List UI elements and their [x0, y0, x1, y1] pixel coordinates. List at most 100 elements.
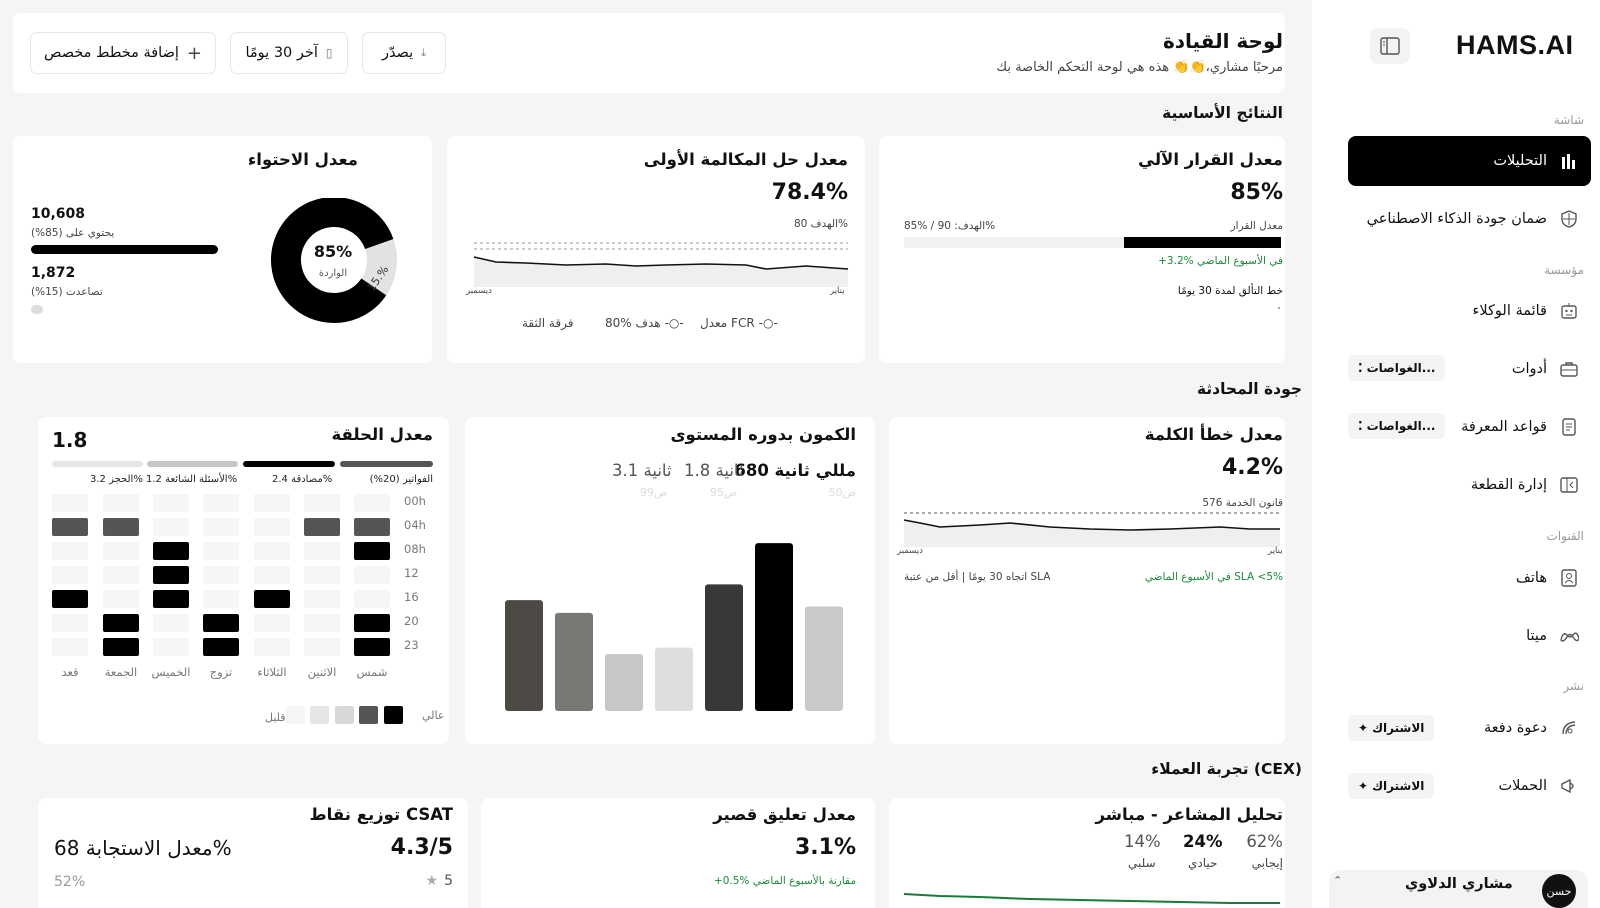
- document-icon: [1559, 417, 1579, 437]
- donut-center-label: الواردة: [318, 268, 348, 279]
- sidebar-item-label: دعوة دفعة: [1484, 720, 1547, 736]
- heatmap-cell: [153, 518, 189, 536]
- category-bar-auth: [243, 461, 335, 467]
- pill-label: الغواصات...: [1366, 361, 1436, 375]
- star-label: 5: [444, 873, 453, 889]
- metric-value: 4.2%: [1221, 455, 1283, 480]
- latency-bar: [805, 606, 843, 711]
- metric-value: 1.8: [52, 428, 88, 452]
- legend-swatch: [384, 706, 403, 724]
- heatmap-day-label: الخميس: [151, 665, 191, 679]
- export-button[interactable]: يصدّر ⤓: [362, 32, 446, 74]
- sidebar-item-analytics[interactable]: التحليلات: [1348, 136, 1591, 186]
- heatmap-cell: [103, 518, 139, 536]
- legend-high-label: عالي: [422, 709, 445, 722]
- x-axis-end: يناير: [1268, 546, 1283, 556]
- heatmap-cell: [304, 638, 340, 656]
- metric-value: 78.4%: [771, 180, 848, 205]
- card-title: معدل الحلقة: [331, 425, 433, 444]
- heatmap-hour-label: 16: [404, 590, 419, 604]
- category-label: مصادقة 2.4%: [272, 474, 333, 485]
- page-title: لوحة القيادة: [1162, 29, 1283, 53]
- heatmap-hour-label: 08h: [404, 542, 426, 556]
- confidence-band: [474, 257, 848, 287]
- contained-value: 10,608: [31, 206, 86, 222]
- heatmap-cell: [103, 638, 139, 656]
- heatmap-cell: [354, 566, 390, 584]
- campaigns-subscribe-pill[interactable]: ✦ الاشتراك: [1348, 773, 1435, 799]
- p50-label: ص50: [828, 486, 856, 499]
- plus-icon: +: [186, 42, 203, 64]
- sidebar-item-meta[interactable]: ميتا: [1348, 611, 1591, 661]
- heatmap-cell: [153, 638, 189, 656]
- category-label: الفواتير (20%): [369, 474, 433, 485]
- add-custom-chart-button[interactable]: إضافة مخطط مخصص +: [30, 32, 216, 74]
- heatmap-cell: [203, 638, 239, 656]
- heatmap-cell: [52, 494, 88, 512]
- sentiment-positive-label: إيجابي: [1251, 856, 1283, 870]
- sidebar-item-phone[interactable]: هاتف: [1348, 553, 1591, 603]
- shield-icon: [1559, 209, 1579, 229]
- heatmap-cell: [304, 566, 340, 584]
- response-rate: معدل الاستجابة 68%: [54, 836, 232, 860]
- heatmap-cell: [52, 614, 88, 632]
- legend-marker-icon: -○-: [758, 316, 778, 330]
- latency-bar: [505, 600, 543, 711]
- heatmap-day-label: الجمعة: [104, 665, 138, 679]
- heatmap-cell: [354, 542, 390, 560]
- push-subscribe-pill[interactable]: ✦ الاشتراك: [1348, 715, 1435, 741]
- p99-label: ص99: [640, 486, 668, 499]
- sidebar-item-agents[interactable]: قائمة الوكلاء: [1348, 286, 1591, 336]
- heatmap-cell: [304, 590, 340, 608]
- card-title: معدل حل المكالمة الأولى: [643, 150, 848, 169]
- section-title-quality: جودة المحادثة: [1196, 380, 1302, 398]
- bar-chart-icon: [1559, 151, 1579, 171]
- sidebar-section-screen: شاشة: [1553, 113, 1584, 127]
- change-indicator: +0.5% مقارنة بالأسبوع الماضي: [713, 875, 856, 887]
- chevron-updown-icon: ⌃: [1333, 874, 1343, 887]
- split-panel-icon: [1559, 475, 1579, 495]
- sparkline-caption: خط التألق لمدة 30 يومًا: [1177, 285, 1283, 297]
- sidebar-item-chunk[interactable]: إدارة القطعة: [1348, 460, 1591, 510]
- megaphone-icon: [1559, 776, 1579, 796]
- button-label: إضافة مخطط مخصص: [43, 45, 179, 61]
- category-bar-booking: [52, 461, 143, 467]
- export-icon: ⤓: [421, 46, 427, 59]
- latency-bar: [705, 584, 743, 711]
- date-range-button[interactable]: آخر 30 يومًا ▯: [230, 32, 348, 74]
- user-card[interactable]: ⌃ مشاري الدلاوي حسن: [1329, 870, 1588, 908]
- heatmap-cell: [153, 566, 189, 584]
- star-icon: ★: [425, 873, 439, 889]
- tools-submenu-pill[interactable]: ⁚ الغواصات...: [1348, 355, 1446, 381]
- latency-bar: [605, 654, 643, 711]
- sparkle-icon: ✦: [1358, 721, 1369, 735]
- knowledge-submenu-pill[interactable]: ⁚ الغواصات...: [1348, 413, 1446, 439]
- metric-value: 3.1%: [794, 835, 856, 860]
- bar-label: معدل القرار: [1230, 220, 1283, 232]
- legend-swatch: [310, 706, 329, 724]
- heatmap-cell: [203, 494, 239, 512]
- latency-bar-chart: [505, 543, 843, 711]
- target-label: الهدف 80%: [793, 218, 848, 230]
- sidebar-item-ai-qa[interactable]: ضمان جودة الذكاء الاصطناعي: [1348, 194, 1591, 244]
- broadcast-icon: [1559, 718, 1579, 738]
- more-icon: ⁚: [1358, 361, 1363, 375]
- meta-logo-icon: [1559, 626, 1579, 646]
- heatmap-cell: [254, 638, 290, 656]
- legend-low-label: قليل: [265, 711, 286, 724]
- heatmap-cell: [354, 518, 390, 536]
- heatmap-cell: [203, 614, 239, 632]
- heatmap-day-label: الثلاثاء: [257, 665, 287, 679]
- robot-icon: [1559, 301, 1579, 321]
- x-axis-end: يناير: [830, 286, 845, 296]
- sidebar-item-label: ميتا: [1526, 628, 1547, 644]
- contained-label: يحتوي على (85%): [31, 227, 115, 239]
- legend-label: 80% هدف: [605, 316, 661, 330]
- heatmap-day-label: تزوج: [209, 665, 233, 679]
- sidebar-toggle-button[interactable]: [1370, 28, 1410, 64]
- sidebar-item-label: قائمة الوكلاء: [1472, 303, 1547, 319]
- section-title-core: النتائج الأساسية: [1162, 104, 1283, 122]
- sidebar-item-label: ضمان جودة الذكاء الاصطناعي: [1366, 211, 1547, 227]
- p95-label: ص95: [710, 486, 738, 499]
- page-subtitle: مرحبًا مشاري،👏👏 هذه هي لوحة التحكم الخاص…: [996, 60, 1283, 75]
